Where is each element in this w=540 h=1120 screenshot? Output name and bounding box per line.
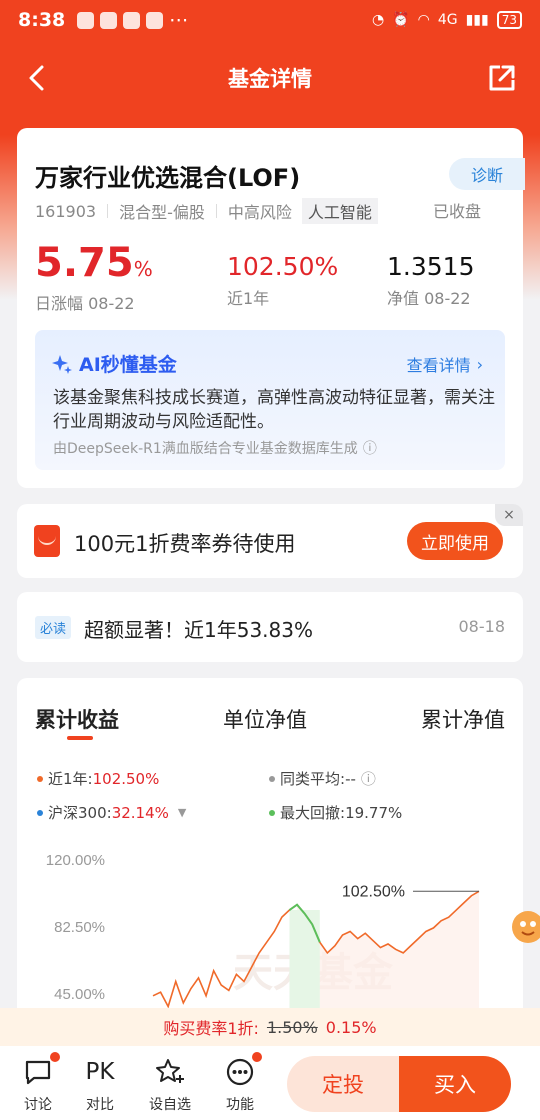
- fund-type: 混合型-偏股: [119, 203, 205, 222]
- status-time: 8:38: [18, 9, 66, 31]
- notification-icons: ⋯: [77, 9, 188, 31]
- coupon-card: 100元1折费率券待使用 立即使用 ×: [17, 504, 523, 578]
- one-year-metric: 102.50% 近1年: [227, 252, 338, 309]
- legend-index[interactable]: 沪深300: 32.14% ▼: [37, 802, 186, 823]
- mascot-icon[interactable]: [506, 900, 540, 954]
- divider: [215, 204, 217, 218]
- legend-dot: [269, 809, 275, 816]
- share-icon[interactable]: [486, 62, 518, 94]
- bottom-action-bar: 讨论 PK 对比 设自选 功能 定投 买入: [0, 1046, 540, 1120]
- y-tick-label: 120.00%: [46, 852, 105, 869]
- back-arrow-icon[interactable]: [22, 62, 54, 94]
- speed-icon: ◔: [371, 12, 385, 28]
- y-tick-label: 45.00%: [54, 986, 105, 1003]
- news-headline[interactable]: 超额显著！近1年53.83%: [84, 614, 313, 643]
- end-value-label: 102.50%: [342, 883, 405, 900]
- page-title: 基金详情: [228, 67, 312, 91]
- info-icon[interactable]: ⓘ: [363, 438, 377, 458]
- signal-icon: ▮▮▮: [465, 12, 489, 28]
- app-notification-icon: [77, 11, 95, 29]
- diagnose-button[interactable]: 诊断: [449, 158, 525, 190]
- legend-category-average: 同类平均: -- ⓘ: [269, 768, 376, 789]
- nav-more-functions[interactable]: 功能: [212, 1052, 268, 1114]
- legend-dot: [37, 809, 43, 816]
- dropdown-arrow-icon[interactable]: ▼: [178, 806, 186, 819]
- news-card[interactable]: 必读 超额显著！近1年53.83% 08-18: [17, 592, 523, 662]
- app-notification-icon: [146, 11, 164, 29]
- legend-fund: 近1年: 102.50%: [37, 768, 159, 789]
- fund-code: 161903: [35, 201, 97, 221]
- daily-change-label: 日涨幅 08-22: [35, 294, 135, 313]
- pk-icon: PK: [85, 1059, 115, 1085]
- tab-cumulative-nav[interactable]: 累计净值: [421, 704, 505, 734]
- area-fill: [297, 891, 479, 1018]
- nav-label: 净值 08-22: [387, 289, 471, 308]
- notification-dot: [252, 1052, 262, 1062]
- red-envelope-icon: [34, 525, 60, 557]
- info-icon[interactable]: ⓘ: [361, 768, 376, 789]
- sparkle-icon: [52, 354, 72, 374]
- ai-summary-box[interactable]: AI秒懂基金 查看详情 › 该基金聚焦科技成长赛道，高弹性高波动特征显著，需关注…: [35, 330, 505, 470]
- ai-details-link[interactable]: 查看详情 ›: [407, 352, 483, 376]
- y-tick-label: 82.50%: [54, 919, 105, 936]
- more-circle-icon: [226, 1052, 262, 1088]
- tab-cumulative-return[interactable]: 累计收益: [35, 704, 119, 734]
- active-tab-indicator: [67, 736, 93, 740]
- app-notification-icon: [100, 11, 118, 29]
- legend-max-drawdown: 最大回撤: 19.77%: [269, 802, 402, 823]
- nav-value: 1.3515: [387, 252, 475, 281]
- return-chart[interactable]: 120.00%82.50%45.00%天天基金 102.50%: [17, 846, 523, 1018]
- one-year-label: 近1年: [227, 289, 270, 308]
- legend-dot: [269, 775, 275, 782]
- close-icon[interactable]: ×: [495, 504, 523, 526]
- daily-change-value: 5.75%: [35, 240, 153, 286]
- battery-icon: 73: [496, 11, 522, 29]
- market-status: 已收盘: [432, 202, 481, 221]
- nav-watchlist[interactable]: 设自选: [142, 1056, 198, 1114]
- wifi-icon: ◠: [417, 12, 430, 28]
- ai-title: AI秒懂基金: [51, 350, 177, 377]
- risk-level: 中高风险: [227, 203, 292, 222]
- fund-summary-card: 万家行业优选混合(LOF) 诊断 161903 混合型-偏股 中高风险 人工智能…: [17, 128, 525, 488]
- fee-original: 1.50%: [266, 1017, 318, 1037]
- app-notification-icon: [123, 11, 141, 29]
- fee-discount-bar: 购买费率1折: 1.50% 0.15%: [0, 1008, 540, 1046]
- fund-tags: 161903 混合型-偏股 中高风险 人工智能: [35, 198, 378, 224]
- drawdown-area: [289, 910, 320, 1018]
- app-header: 基金详情: [0, 48, 540, 108]
- divider: [107, 204, 109, 218]
- ai-source: 由DeepSeek-R1满血版结合专业基金数据库生成 ⓘ: [53, 438, 377, 458]
- use-coupon-button[interactable]: 立即使用: [407, 522, 503, 560]
- news-date: 08-18: [458, 617, 506, 636]
- buy-button[interactable]: 买入: [399, 1056, 511, 1112]
- auto-invest-button[interactable]: 定投: [287, 1056, 399, 1112]
- must-read-badge: 必读: [35, 616, 72, 639]
- nav-metric: 1.3515 净值 08-22: [387, 252, 474, 309]
- nav-compare[interactable]: PK 对比: [72, 1056, 128, 1114]
- coupon-text: 100元1折费率券待使用: [74, 532, 296, 556]
- system-status: ◔ ⏰ ◠ 4G ▮▮▮ 73: [372, 11, 522, 29]
- network-label: 4G: [437, 12, 458, 28]
- fee-discounted: 0.15%: [325, 1017, 377, 1037]
- notification-dot: [50, 1052, 60, 1062]
- chevron-right-icon: ›: [476, 354, 483, 374]
- daily-change-metric: 5.75% 日涨幅 08-22: [35, 240, 153, 314]
- fund-name: 万家行业优选混合(LOF): [35, 164, 301, 192]
- performance-chart-card: 累计收益 单位净值 累计净值 近1年: 102.50% 同类平均: -- ⓘ 沪深3…: [17, 678, 523, 1018]
- theme-tag[interactable]: 人工智能: [301, 198, 378, 224]
- star-add-icon: [155, 1056, 185, 1088]
- more-dots-icon: ⋯: [169, 9, 189, 31]
- status-bar: 8:38 ⋯ ◔ ⏰ ◠ 4G ▮▮▮ 73: [0, 0, 540, 40]
- one-year-value: 102.50%: [227, 252, 339, 281]
- nav-discuss[interactable]: 讨论: [10, 1052, 66, 1114]
- chat-bubble-icon: [24, 1052, 60, 1088]
- legend-dot: [37, 775, 43, 782]
- ai-description: 该基金聚焦科技成长赛道，高弹性高波动特征显著，需关注行业周期波动与风险适配性。: [53, 388, 495, 432]
- alarm-icon: ⏰: [392, 12, 410, 28]
- tab-unit-nav[interactable]: 单位净值: [223, 704, 307, 734]
- fee-label: 购买费率1折:: [163, 1019, 259, 1038]
